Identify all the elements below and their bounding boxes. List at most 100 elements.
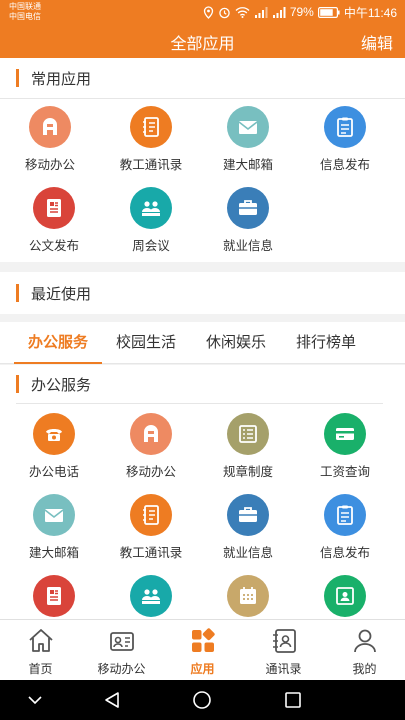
- chevron-down-icon[interactable]: [26, 690, 44, 710]
- app-label: 移动办公: [125, 465, 176, 479]
- app-label: 建大邮箱: [28, 546, 79, 560]
- app-tile[interactable]: [198, 575, 298, 619]
- tab-rankings[interactable]: 排行榜单: [282, 322, 370, 364]
- app-tile[interactable]: 就业信息: [198, 187, 298, 257]
- card-icon: [324, 413, 366, 455]
- app-label: 信息发布: [319, 546, 370, 560]
- app-tile[interactable]: [4, 575, 104, 619]
- divider: [16, 403, 383, 404]
- address-book-icon: [273, 629, 296, 653]
- tab-office-services[interactable]: 办公服务: [14, 322, 102, 364]
- meeting-icon: [130, 575, 172, 617]
- home-button-icon[interactable]: [192, 690, 212, 710]
- meeting-icon: [130, 187, 172, 229]
- mail-icon: [227, 106, 269, 148]
- app-label: 教工通讯录: [119, 158, 183, 172]
- signal-icon-1: [254, 7, 268, 18]
- app-tile[interactable]: 信息发布: [295, 494, 395, 564]
- app-tile[interactable]: [101, 575, 201, 619]
- carrier-info: 中国联通 中国电信: [9, 2, 41, 22]
- common-apps-heading: 常用应用: [16, 68, 91, 88]
- app-label: 就业信息: [222, 546, 273, 560]
- app-label: 信息发布: [319, 158, 370, 172]
- recent-section: 最近使用: [0, 272, 405, 314]
- briefcase-icon: [227, 187, 269, 229]
- app-tile[interactable]: 建大邮箱: [4, 494, 104, 564]
- app-tile[interactable]: 移动办公: [101, 413, 201, 483]
- app-label: 公文发布: [28, 239, 79, 253]
- common-apps-section: 常用应用 移动办公 教工通讯录 建大邮箱 信息发布 公文发布 周会议 就业信息: [0, 58, 405, 262]
- app-tile[interactable]: 工资查询: [295, 413, 395, 483]
- battery-percent: 79%: [289, 5, 314, 19]
- app-label: 周会议: [132, 239, 170, 253]
- office-services-title: 办公服务: [31, 376, 92, 394]
- app-tile[interactable]: 周会议: [101, 187, 201, 257]
- app-tile[interactable]: 公文发布: [4, 187, 104, 257]
- page-title: 全部应用: [170, 36, 235, 53]
- battery-icon: [317, 6, 340, 18]
- nav-label: 首页: [28, 662, 53, 676]
- app-tile[interactable]: 教工通讯录: [101, 106, 201, 176]
- recent-title: 最近使用: [31, 285, 92, 303]
- status-bar: 中国联通 中国电信 79% 中午11:46: [0, 0, 405, 24]
- app-header: 中国联通 中国电信 79% 中午11:46 全部应用 编辑: [0, 0, 405, 58]
- profile-icon: [354, 629, 376, 653]
- recents-icon[interactable]: [283, 690, 303, 710]
- alarm-icon: [219, 7, 230, 18]
- contacts-book-icon: [130, 494, 172, 536]
- contacts-book-icon: [130, 106, 172, 148]
- app-tile[interactable]: 规章制度: [198, 413, 298, 483]
- wifi-icon: [235, 7, 250, 18]
- app-tile[interactable]: 办公电话: [4, 413, 104, 483]
- clipboard-icon: [324, 494, 366, 536]
- home-icon: [29, 629, 53, 652]
- mail-icon: [33, 494, 75, 536]
- nav-home[interactable]: 首页: [0, 620, 81, 681]
- common-apps-title: 常用应用: [31, 70, 92, 88]
- title-bar: 全部应用 编辑: [0, 24, 405, 58]
- app-label: 就业信息: [222, 239, 273, 253]
- document-icon: [33, 575, 75, 617]
- back-icon[interactable]: [102, 690, 122, 710]
- nav-contacts[interactable]: 通讯录: [243, 620, 324, 681]
- carrier-2: 中国电信: [9, 12, 41, 21]
- office-services-heading: 办公服务: [16, 374, 91, 394]
- app-tile[interactable]: [295, 575, 395, 619]
- nav-label: 通讯录: [265, 662, 302, 676]
- app-tile[interactable]: 就业信息: [198, 494, 298, 564]
- nav-label: 我的: [352, 662, 377, 676]
- nav-apps[interactable]: 应用: [162, 620, 243, 681]
- signal-icon-2: [272, 7, 286, 18]
- app-tile[interactable]: 移动办公: [0, 106, 100, 176]
- status-icons: 79% 中午11:46: [203, 3, 397, 21]
- app-tile[interactable]: 教工通讯录: [101, 494, 201, 564]
- carrier-1: 中国联通: [9, 2, 41, 11]
- app-label: 建大邮箱: [222, 158, 273, 172]
- clipboard-icon: [324, 106, 366, 148]
- nav-label: 应用: [190, 662, 215, 676]
- nav-mine[interactable]: 我的: [324, 620, 405, 681]
- app-label: 移动办公: [24, 158, 75, 172]
- nav-mobile-office[interactable]: 移动办公: [81, 620, 162, 681]
- office-services-section: 办公服务 办公电话 移动办公 规章制度 工资查询 建大邮箱 教工通讯录 就业信息…: [0, 365, 405, 619]
- document-icon: [33, 187, 75, 229]
- app-label: 规章制度: [222, 465, 273, 479]
- a-logo-icon: [29, 106, 71, 148]
- office-card-icon: [110, 632, 134, 651]
- app-label: 办公电话: [28, 465, 79, 479]
- app-label: 教工通讯录: [119, 546, 183, 560]
- tab-campus-life[interactable]: 校园生活: [102, 322, 190, 364]
- a-logo-icon: [130, 413, 172, 455]
- app-label: 工资查询: [319, 465, 370, 479]
- calendar-icon: [227, 575, 269, 617]
- system-nav-bar: [0, 680, 405, 720]
- category-tabs: 办公服务 校园生活 休闲娱乐 排行榜单: [0, 322, 405, 364]
- recent-heading: 最近使用: [16, 283, 91, 303]
- app-tile[interactable]: 建大邮箱: [198, 106, 298, 176]
- tab-leisure[interactable]: 休闲娱乐: [192, 322, 280, 364]
- bottom-navigation: 首页 移动办公 应用 通讯录 我的: [0, 619, 405, 680]
- edit-button[interactable]: 编辑: [361, 30, 393, 54]
- app-tile[interactable]: 信息发布: [295, 106, 395, 176]
- phone-icon: [33, 413, 75, 455]
- location-icon: [203, 5, 213, 19]
